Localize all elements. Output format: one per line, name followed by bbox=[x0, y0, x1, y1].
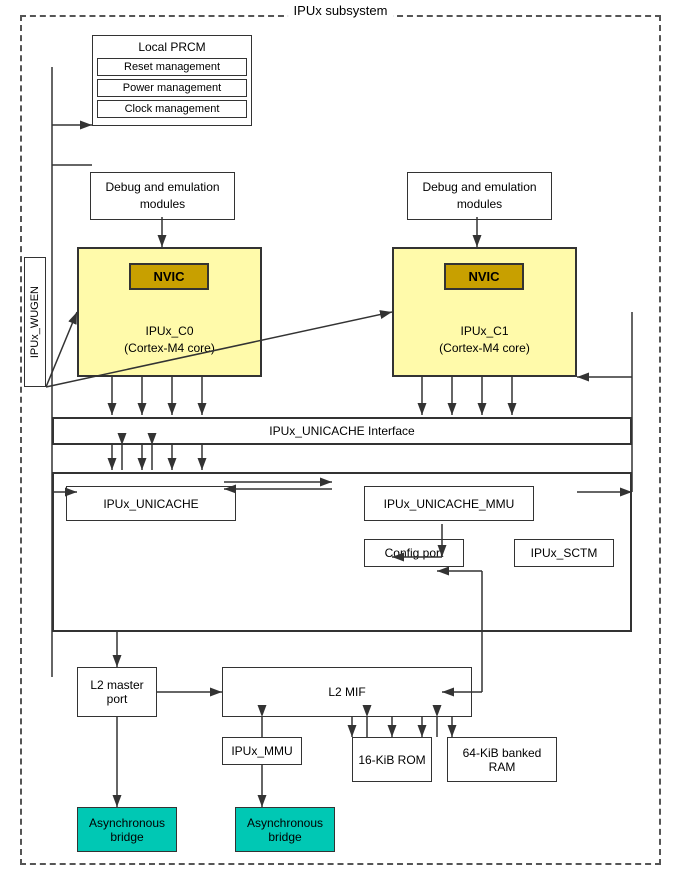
power-management: Power management bbox=[97, 79, 247, 97]
subsystem-title: IPUx subsystem bbox=[288, 3, 394, 18]
rom-box: 16-KiB ROM bbox=[352, 737, 432, 782]
core-right-box: NVIC IPUx_C1(Cortex-M4 core) bbox=[392, 247, 577, 377]
core-right-label: IPUx_C1(Cortex-M4 core) bbox=[394, 323, 575, 357]
local-prcm-title: Local PRCM bbox=[97, 40, 247, 54]
local-prcm-box: Local PRCM Reset management Power manage… bbox=[92, 35, 252, 126]
lower-box: IPUx_UNICACHE IPUx_UNICACHE_MMU Config p… bbox=[52, 472, 632, 632]
nvic-right: NVIC bbox=[444, 263, 524, 290]
unicache-inner-box: IPUx_UNICACHE bbox=[66, 486, 236, 521]
debug-right-box: Debug and emulation modules bbox=[407, 172, 552, 220]
async-bridge-left-label: Asynchronousbridge bbox=[89, 816, 165, 844]
async-bridge-right-label: Asynchronousbridge bbox=[247, 816, 323, 844]
l2-master-box: L2 masterport bbox=[77, 667, 157, 717]
l2-master-label: L2 masterport bbox=[90, 678, 143, 706]
core-left-box: NVIC IPUx_C0(Cortex-M4 core) bbox=[77, 247, 262, 377]
config-port-box: Config port bbox=[364, 539, 464, 567]
l2-mif-box: L2 MIF bbox=[222, 667, 472, 717]
async-bridge-left: Asynchronousbridge bbox=[77, 807, 177, 852]
main-container: IPUx subsystem Local PRCM Reset manageme… bbox=[20, 15, 661, 865]
wugen-box: IPUx_WUGEN bbox=[24, 257, 46, 387]
sctm-box: IPUx_SCTM bbox=[514, 539, 614, 567]
ipux-mmu-box: IPUx_MMU bbox=[222, 737, 302, 765]
ram-box: 64-KiB banked RAM bbox=[447, 737, 557, 782]
wugen-label: IPUx_WUGEN bbox=[29, 286, 41, 358]
unicache-mmu-box: IPUx_UNICACHE_MMU bbox=[364, 486, 534, 521]
core-left-label: IPUx_C0(Cortex-M4 core) bbox=[79, 323, 260, 357]
reset-management: Reset management bbox=[97, 58, 247, 76]
unicache-interface-box: IPUx_UNICACHE Interface bbox=[52, 417, 632, 445]
debug-left-box: Debug and emulation modules bbox=[90, 172, 235, 220]
async-bridge-right: Asynchronousbridge bbox=[235, 807, 335, 852]
clock-management: Clock management bbox=[97, 100, 247, 118]
nvic-left: NVIC bbox=[129, 263, 209, 290]
